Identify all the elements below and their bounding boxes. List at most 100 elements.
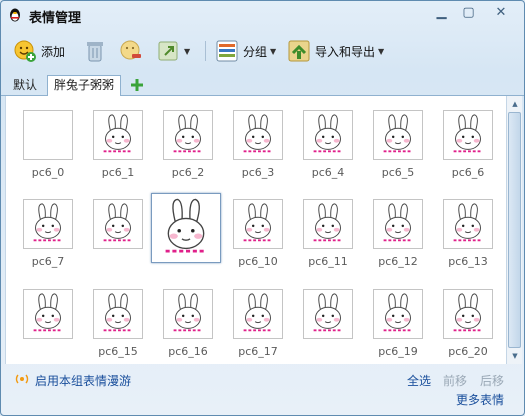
rabbit-emoticon-icon — [313, 203, 343, 242]
enable-roaming-link[interactable]: 启用本组表情漫游 — [35, 372, 131, 389]
emoticon-item[interactable]: pc6_16 — [157, 281, 227, 361]
emoticon-thumbnail[interactable] — [163, 110, 213, 160]
minimize-button[interactable]: ▁ — [428, 3, 455, 21]
scrollbar-thumb[interactable] — [508, 112, 521, 348]
emoticon-thumbnail[interactable] — [373, 289, 423, 339]
rabbit-emoticon-icon — [103, 114, 133, 153]
emoticon-item[interactable]: pc6_11 — [297, 191, 367, 271]
rabbit-emoticon-icon — [453, 114, 483, 153]
emoticon-label: pc6_15 — [98, 345, 138, 358]
emoticon-thumbnail[interactable] — [163, 289, 213, 339]
chevron-down-icon: ▼ — [378, 46, 385, 56]
emoticon-thumbnail[interactable] — [93, 199, 143, 249]
emoticon-label: pc6_3 — [241, 166, 275, 179]
import-export-menu-button[interactable]: 导入和导出 ▼ — [287, 37, 384, 65]
roaming-signal-icon — [15, 374, 29, 384]
rabbit-emoticon-icon — [453, 293, 483, 332]
maximize-button[interactable]: ▢ — [455, 3, 482, 21]
emoticon-label: pc6_0 — [31, 166, 65, 179]
emoticon-item[interactable]: pc6_3 — [227, 102, 297, 182]
rabbit-emoticon-icon — [103, 293, 133, 332]
emoticon-item[interactable]: pc6_0 — [17, 102, 87, 182]
emoticon-thumbnail[interactable] — [23, 110, 73, 160]
chevron-down-icon: ▼ — [184, 46, 191, 56]
emoticon-label: pc6_12 — [378, 255, 418, 268]
move-image-icon — [158, 41, 178, 61]
emoticon-thumbnail[interactable] — [303, 199, 353, 249]
emoticon-item[interactable]: pc6_1 — [87, 102, 157, 182]
emoticon-thumbnail[interactable] — [443, 289, 493, 339]
emoticon-label: pc6_6 — [451, 166, 485, 179]
status-bar: 启用本组表情漫游 全选 前移 后移 更多表情 — [1, 365, 524, 415]
scroll-down-icon[interactable]: ▼ — [507, 349, 523, 363]
vertical-scrollbar[interactable]: ▲ ▼ — [506, 96, 522, 364]
emoticon-thumbnail[interactable] — [233, 199, 283, 249]
emoticon-item[interactable] — [17, 281, 87, 361]
emoticon-label: pc6_11 — [308, 255, 348, 268]
move-forward-link[interactable]: 前移 — [443, 372, 467, 389]
scroll-up-icon[interactable]: ▲ — [507, 97, 523, 111]
emoticon-thumbnail[interactable] — [93, 289, 143, 339]
toolbar-divider — [205, 41, 206, 61]
emoticon-manager-window: 表情管理 ▁ ▢ ✕ 添加 ▼ 分组 ▼ 导入和导出 ▼ 默认 胖兔子粥粥 pc… — [0, 0, 525, 416]
emoticon-thumbnail[interactable] — [233, 110, 283, 160]
emoticon-item[interactable] — [149, 193, 221, 273]
more-emoticons-link[interactable]: 更多表情 — [456, 391, 504, 408]
emoticon-thumbnail[interactable] — [233, 289, 283, 339]
rabbit-emoticon-icon — [383, 293, 413, 332]
emoticon-thumbnail[interactable] — [303, 110, 353, 160]
emoticon-thumbnail[interactable] — [443, 110, 493, 160]
move-to-group-button[interactable]: ▼ — [157, 37, 190, 65]
minimize-icon: ▁ — [436, 4, 447, 20]
emoticon-label: pc6_19 — [378, 345, 418, 358]
emoticon-item[interactable]: pc6_15 — [87, 281, 157, 361]
select-all-link[interactable]: 全选 — [407, 372, 431, 389]
remove-emoticon-button[interactable] — [119, 37, 143, 65]
emoticon-item[interactable]: pc6_4 — [297, 102, 367, 182]
emoticon-grid: pc6_0 pc6_1 pc6_2 pc6_3 pc6_4 pc6_5 pc6_6 pc6_7… — [5, 96, 506, 364]
emoticon-thumbnail[interactable] — [93, 110, 143, 160]
emoticon-thumbnail[interactable] — [151, 193, 221, 263]
emoticon-item[interactable]: pc6_5 — [367, 102, 437, 182]
emoticon-item[interactable]: pc6_12 — [367, 191, 437, 271]
emoticon-thumbnail[interactable] — [23, 199, 73, 249]
emoticon-thumbnail[interactable] — [303, 289, 353, 339]
rabbit-emoticon-icon — [173, 114, 203, 153]
rabbit-emoticon-icon — [313, 114, 343, 153]
smiley-minus-icon — [120, 40, 141, 60]
add-group-icon[interactable] — [129, 77, 145, 93]
emoticon-item[interactable]: pc6_2 — [157, 102, 227, 182]
emoticon-item[interactable]: pc6_7 — [17, 191, 87, 271]
emoticon-item[interactable] — [297, 281, 367, 361]
emoticon-item[interactable]: pc6_20 — [437, 281, 507, 361]
emoticon-item[interactable]: pc6_6 — [437, 102, 507, 182]
emoticon-thumbnail[interactable] — [373, 110, 423, 160]
emoticon-thumbnail[interactable] — [23, 289, 73, 339]
rabbit-emoticon-icon — [173, 293, 203, 332]
rabbit-emoticon-icon — [33, 203, 63, 242]
window-controls: ▁ ▢ ✕ — [428, 3, 520, 21]
add-smiley-icon — [14, 40, 36, 62]
tab-fat-rabbit[interactable]: 胖兔子粥粥 — [47, 75, 122, 97]
emoticon-label: pc6_10 — [238, 255, 278, 268]
emoticon-label: pc6_4 — [311, 166, 345, 179]
toolbar: 添加 ▼ 分组 ▼ 导入和导出 ▼ — [1, 31, 524, 71]
delete-button[interactable] — [83, 37, 107, 65]
emoticon-thumbnail[interactable] — [373, 199, 423, 249]
move-back-link[interactable]: 后移 — [480, 372, 504, 389]
group-label: 分组 — [243, 44, 268, 59]
emoticon-item[interactable]: pc6_13 — [437, 191, 507, 271]
add-button[interactable]: 添加 — [13, 37, 65, 65]
close-button[interactable]: ✕ — [482, 3, 520, 21]
emoticon-item[interactable]: pc6_17 — [227, 281, 297, 361]
group-menu-button[interactable]: 分组 ▼ — [215, 37, 276, 65]
emoticon-label: pc6_1 — [101, 166, 135, 179]
tab-default[interactable]: 默认 — [7, 76, 43, 96]
emoticon-item[interactable]: pc6_19 — [367, 281, 437, 361]
emoticon-item[interactable] — [87, 191, 157, 271]
emoticon-thumbnail[interactable] — [443, 199, 493, 249]
rabbit-emoticon-icon — [243, 114, 273, 153]
emoticon-item[interactable]: pc6_10 — [227, 191, 297, 271]
rabbit-emoticon-icon — [313, 293, 343, 332]
emoticon-label: pc6_7 — [31, 255, 65, 268]
